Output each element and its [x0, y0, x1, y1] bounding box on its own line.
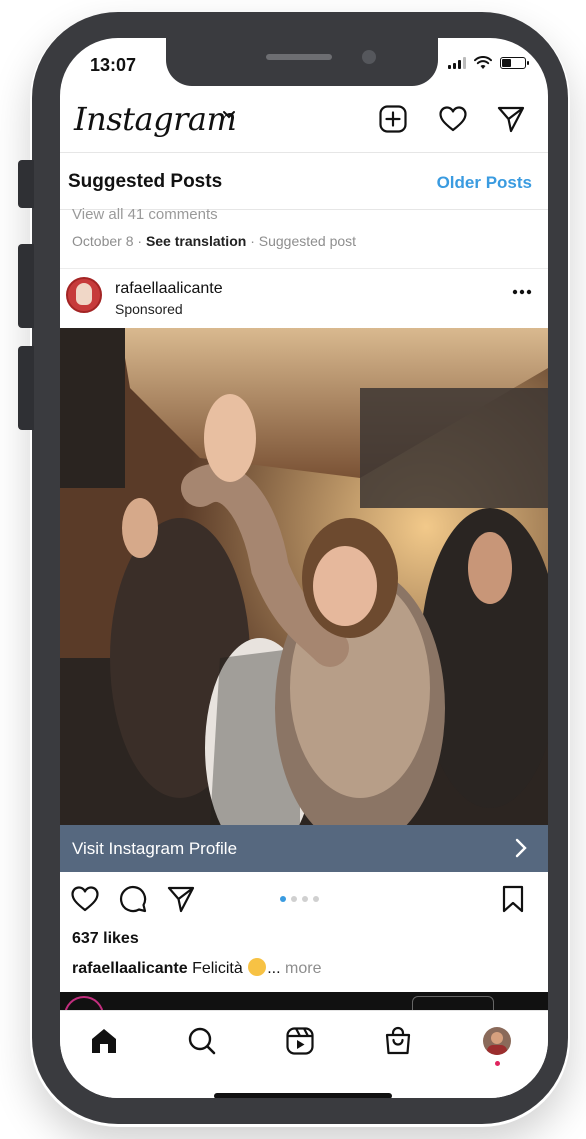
shop-icon[interactable]: [382, 1025, 414, 1057]
battery-icon: [500, 57, 529, 69]
avatar[interactable]: [66, 277, 102, 313]
caption-more-link[interactable]: more: [285, 960, 321, 977]
wifi-icon: [474, 56, 492, 69]
suggested-post-label: Suggested post: [258, 233, 357, 249]
older-posts-link[interactable]: Older Posts: [437, 173, 532, 193]
notch: [166, 38, 438, 86]
bottom-nav: [60, 1010, 548, 1098]
paper-plane-icon[interactable]: [496, 104, 526, 134]
comment-icon[interactable]: [118, 884, 148, 914]
post-date: October 8: [72, 233, 134, 249]
post-actions: [60, 880, 548, 920]
carousel-dot: [302, 896, 308, 902]
visit-profile-cta[interactable]: Visit Instagram Profile: [60, 825, 548, 872]
likes-count[interactable]: 637 likes: [72, 930, 139, 948]
volume-down-button: [18, 346, 34, 430]
share-icon[interactable]: [166, 884, 196, 914]
phone-screen: 13:07 Instagram Suggested Posts Older Po…: [60, 38, 548, 1098]
carousel-indicator: [280, 896, 319, 902]
carousel-dot: [313, 896, 319, 902]
speaker: [266, 54, 332, 60]
chevron-right-icon: [515, 838, 527, 858]
bookmark-icon[interactable]: [498, 884, 528, 914]
visit-profile-label: Visit Instagram Profile: [72, 839, 238, 858]
reels-icon[interactable]: [284, 1025, 316, 1057]
heart-icon[interactable]: [438, 104, 468, 134]
volume-up-button: [18, 244, 34, 328]
app-header: Instagram: [60, 94, 548, 152]
notification-dot: [495, 1061, 500, 1066]
instagram-logo[interactable]: Instagram: [74, 100, 237, 138]
plus-square-icon[interactable]: [378, 104, 408, 134]
signal-icon: [448, 57, 466, 69]
like-heart-icon[interactable]: [70, 884, 100, 914]
party-photo: [60, 328, 548, 825]
status-icons: [448, 56, 529, 70]
post-header: rafaellaalicante Sponsored: [60, 268, 548, 328]
chevron-down-icon[interactable]: [222, 110, 236, 120]
view-all-comments-link[interactable]: View all 41 comments: [72, 206, 218, 223]
star-struck-emoji-icon: [248, 958, 267, 976]
post-meta-line: October 8 · See translation · Suggested …: [72, 233, 357, 249]
more-options-icon[interactable]: [512, 289, 532, 295]
suggested-posts-title: Suggested Posts: [68, 171, 223, 192]
post-caption: rafaellaalicante Felicità ... more: [72, 958, 322, 977]
home-indicator[interactable]: [214, 1093, 392, 1098]
status-time: 13:07: [90, 55, 137, 75]
next-post-preview: [60, 992, 548, 1036]
carousel-dot: [280, 896, 286, 902]
carousel-dot: [291, 896, 297, 902]
suggested-posts-bar: Suggested Posts Older Posts: [60, 152, 548, 210]
caption-text: Felicità: [192, 960, 243, 977]
mute-switch: [18, 160, 34, 208]
sponsored-label: Sponsored: [115, 301, 183, 317]
search-icon[interactable]: [186, 1025, 218, 1057]
front-camera: [362, 50, 376, 64]
home-icon[interactable]: [88, 1025, 120, 1057]
post-image[interactable]: [60, 328, 548, 825]
profile-avatar[interactable]: [483, 1027, 511, 1055]
caption-username[interactable]: rafaellaalicante: [72, 960, 188, 977]
post-username[interactable]: rafaellaalicante: [115, 280, 223, 298]
see-translation-link[interactable]: See translation: [146, 233, 246, 249]
